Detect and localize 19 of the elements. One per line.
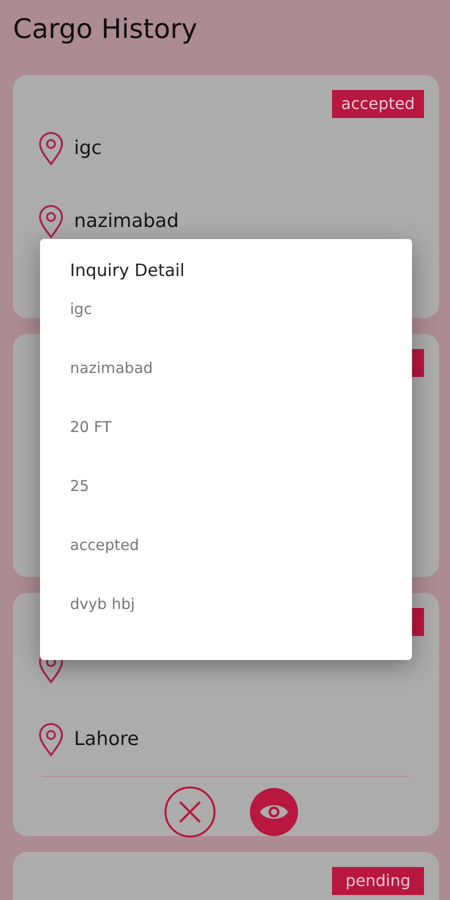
view-button[interactable] — [250, 788, 298, 836]
status-badge: pending — [332, 867, 424, 895]
screen-title: Cargo History — [13, 13, 198, 47]
dialog-title: Inquiry Detail — [70, 261, 186, 282]
location-text: Lahore — [74, 727, 139, 752]
detail-text: igc — [70, 299, 92, 320]
detail-text: dvyb hbj — [70, 594, 135, 614]
detail-text: accepted — [70, 535, 140, 556]
close-icon — [164, 786, 216, 838]
status-badge: accepted — [332, 90, 424, 118]
location-pin-icon — [38, 722, 64, 756]
cancel-button[interactable] — [164, 786, 216, 838]
location-text: igc — [74, 136, 102, 162]
location-pin-icon — [38, 204, 64, 238]
detail-text: 20 FT — [70, 417, 112, 438]
detail-text: 25 — [70, 476, 90, 496]
detail-text: nazimabad — [70, 358, 153, 378]
location-pin-icon — [38, 132, 64, 166]
location-text: nazimabad — [74, 209, 179, 234]
